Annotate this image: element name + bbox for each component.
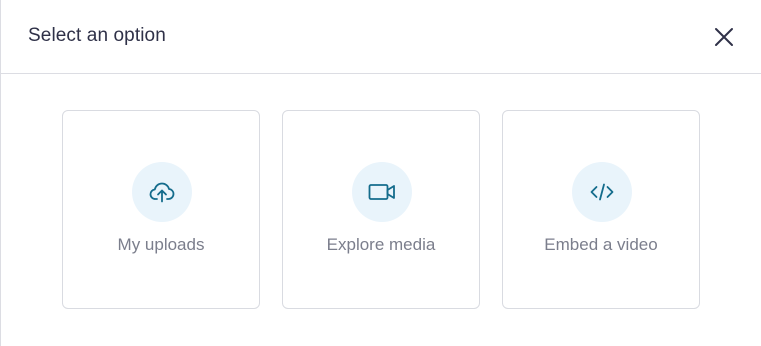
- option-label: Explore media: [326, 235, 436, 254]
- icon-badge: [572, 162, 632, 222]
- dialog-title: Select an option: [28, 25, 166, 46]
- option-label: Embed a video: [544, 235, 658, 254]
- icon-badge: [132, 162, 192, 222]
- icon-badge: [352, 162, 412, 222]
- option-card-embed-video[interactable]: Embed a video: [502, 110, 700, 309]
- video-camera-icon: [368, 184, 395, 200]
- option-label: My uploads: [117, 235, 205, 254]
- cloud-upload-icon: [149, 182, 175, 203]
- select-option-dialog: Select an option My uploads Explore medi…: [0, 0, 761, 346]
- close-icon: [715, 28, 733, 46]
- option-card-explore-media[interactable]: Explore media: [282, 110, 480, 309]
- close-button[interactable]: [712, 25, 736, 49]
- dialog-header: Select an option: [1, 0, 761, 74]
- option-card-my-uploads[interactable]: My uploads: [62, 110, 260, 309]
- code-icon: [590, 183, 614, 201]
